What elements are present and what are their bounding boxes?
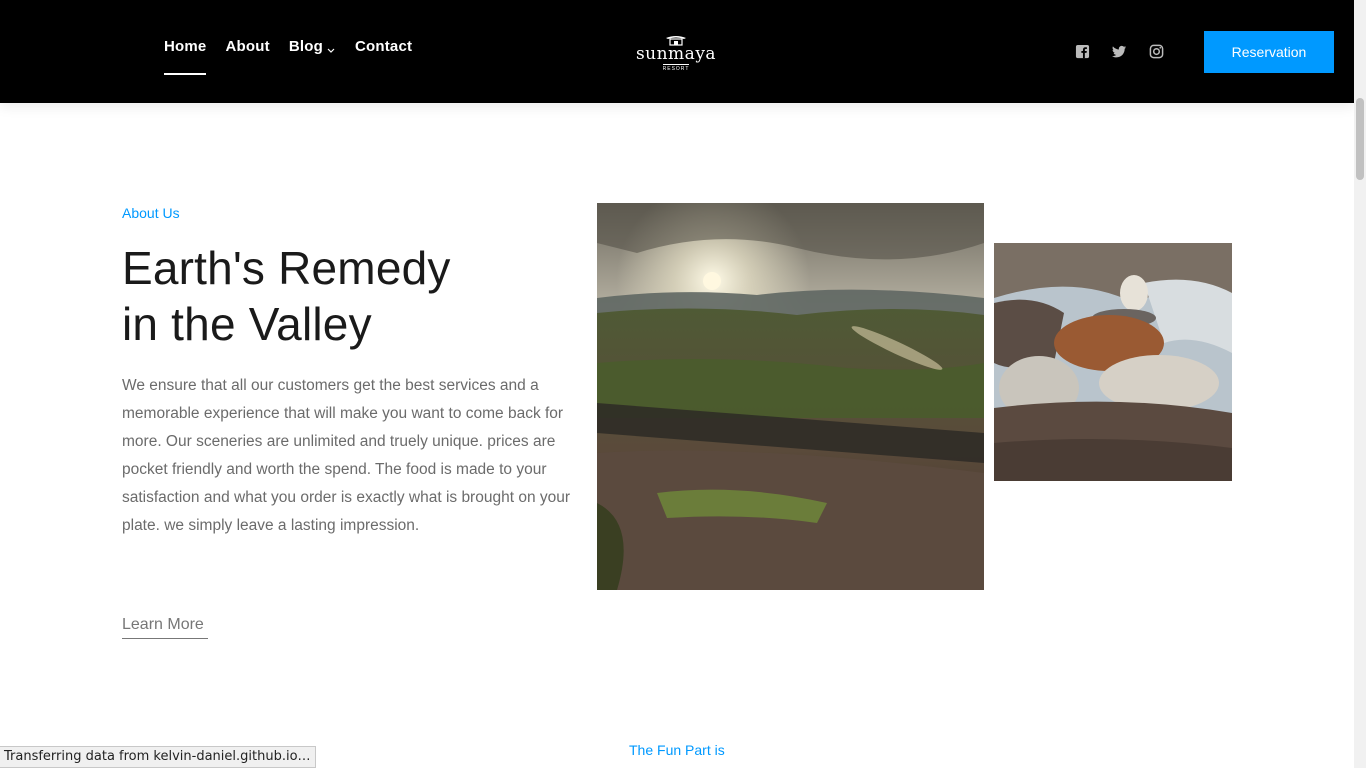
- reservation-button[interactable]: Reservation: [1204, 31, 1334, 73]
- nav-home-label: Home: [164, 38, 207, 55]
- about-description: We ensure that all our customers get the…: [122, 377, 571, 534]
- nav-blog[interactable]: Blog: [289, 38, 336, 55]
- valley-sunset-photo: [597, 203, 984, 590]
- twitter-icon[interactable]: [1112, 44, 1127, 59]
- site-logo[interactable]: sunmaya RESORT: [636, 34, 716, 82]
- scrollbar-thumb[interactable]: [1356, 98, 1364, 180]
- nav-contact[interactable]: Contact: [355, 38, 412, 55]
- logo-name: sunmaya: [635, 44, 717, 64]
- logo-subtitle: RESORT: [662, 64, 690, 72]
- page-title: Earth's Remedy in the Valley: [122, 240, 562, 352]
- stacked-stones-photo: [994, 243, 1232, 481]
- nav-about-label: About: [225, 38, 270, 55]
- chevron-down-icon: [326, 42, 336, 53]
- title-line-1: Earth's Remedy: [122, 242, 451, 294]
- main-nav: Home About Blog Contact: [164, 38, 412, 75]
- page-scrollbar[interactable]: [1354, 0, 1366, 768]
- fun-section-eyebrow: The Fun Part is: [629, 742, 725, 758]
- nav-home[interactable]: Home: [164, 38, 207, 75]
- nav-blog-label: Blog: [288, 38, 323, 55]
- nav-about[interactable]: About: [225, 38, 269, 55]
- facebook-icon[interactable]: [1075, 44, 1090, 59]
- about-eyebrow: About Us: [122, 205, 180, 221]
- social-links: [1075, 44, 1164, 59]
- nav-contact-label: Contact: [354, 38, 413, 55]
- learn-more-link[interactable]: Learn More: [122, 616, 208, 639]
- instagram-icon[interactable]: [1149, 44, 1164, 59]
- page: Home About Blog Contact sunmaya RESORT R…: [0, 0, 1366, 768]
- title-line-2: in the Valley: [122, 298, 372, 350]
- browser-status-bar: Transferring data from kelvin-daniel.git…: [0, 746, 316, 768]
- site-header: Home About Blog Contact sunmaya RESORT R…: [0, 0, 1354, 103]
